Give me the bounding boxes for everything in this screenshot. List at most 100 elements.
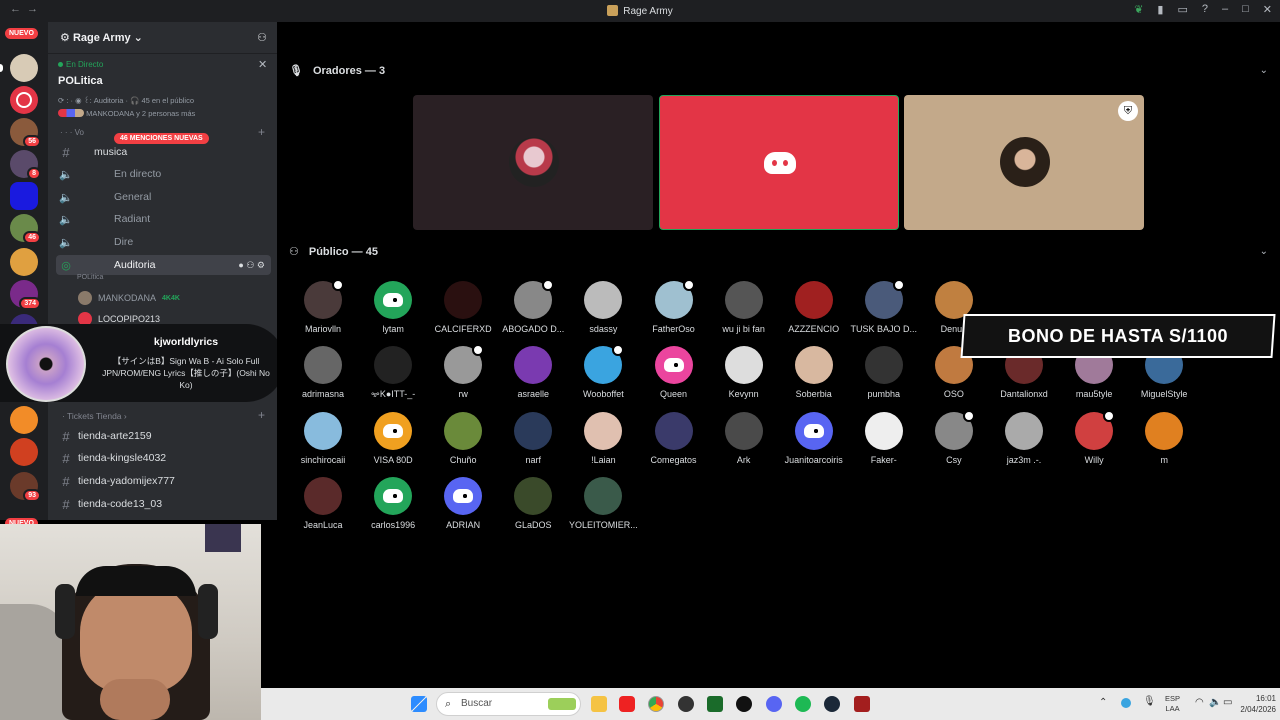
- audience-member[interactable]: ADRIAN: [428, 476, 498, 530]
- tray-icon[interactable]: [1121, 698, 1131, 708]
- volume-icon[interactable]: 🔈: [1209, 697, 1221, 708]
- clock[interactable]: 16:01 2/04/2026: [1231, 693, 1276, 715]
- audience-member[interactable]: sdassy: [568, 281, 638, 334]
- guild-header[interactable]: ⚙ Rage Army ⌄ ⚇: [48, 22, 277, 54]
- ticket-category[interactable]: · Tickets Tienda ›: [62, 411, 127, 421]
- audience-member[interactable]: lytam: [358, 281, 428, 334]
- server-icon[interactable]: [10, 438, 38, 466]
- app-icon[interactable]: [707, 696, 723, 712]
- taskbar-search[interactable]: ⌕ Buscar: [436, 692, 581, 716]
- server-icon[interactable]: 8: [10, 150, 41, 180]
- add-channel-icon[interactable]: +: [258, 408, 265, 422]
- close-icon[interactable]: ✕: [1263, 3, 1272, 16]
- windows-start-icon[interactable]: [411, 696, 427, 712]
- audience-member[interactable]: pumbha: [849, 346, 919, 399]
- speakers-header[interactable]: 🎙 Oradores — 3: [289, 64, 385, 77]
- channel-tienda-code[interactable]: # tienda-code13_03: [56, 494, 271, 514]
- server-icon[interactable]: [10, 54, 38, 82]
- speaker-tile[interactable]: [413, 95, 653, 230]
- audience-member[interactable]: VISA 80D: [358, 411, 428, 465]
- channel-auditoria[interactable]: ◎ Auditoria ● ⚇ ⚙: [56, 255, 271, 275]
- wifi-icon[interactable]: ◠: [1195, 697, 1204, 708]
- speaker-tile[interactable]: [659, 95, 899, 230]
- collapsed-category[interactable]: · · · Vo: [60, 128, 84, 137]
- audience-member[interactable]: sinchirocaii: [288, 411, 358, 465]
- audience-member[interactable]: AZZZENCIO: [779, 281, 849, 334]
- audience-member[interactable]: Mariovlln: [288, 279, 358, 334]
- audience-member[interactable]: Queen: [639, 346, 709, 399]
- audience-member[interactable]: wu ji bi fan: [709, 281, 779, 334]
- audience-member[interactable]: Kevynn: [709, 346, 779, 399]
- discord-taskbar-icon[interactable]: [766, 696, 782, 712]
- speaker-tile[interactable]: ⛨: [904, 95, 1144, 230]
- close-icon[interactable]: ✕: [258, 58, 267, 71]
- add-friend-icon[interactable]: ⚇: [257, 31, 267, 44]
- server-icon[interactable]: [10, 248, 38, 276]
- chevron-down-icon[interactable]: ⌄: [1260, 246, 1268, 257]
- channel-en-directo[interactable]: 🔈 En directo: [56, 164, 271, 184]
- audience-member[interactable]: YOLEITOMIER...: [568, 476, 638, 530]
- audience-member[interactable]: Wooboffet: [568, 344, 638, 399]
- voice-user[interactable]: MANKODANA 4K4K: [78, 291, 180, 305]
- audience-member[interactable]: adrimasna: [288, 346, 358, 399]
- audience-member[interactable]: ꗁK●ITT-_-: [358, 346, 428, 400]
- help-icon[interactable]: ?: [1202, 3, 1208, 16]
- audience-member[interactable]: TUSK BAJO D...: [849, 279, 919, 334]
- microphone-icon[interactable]: 🎙: [1143, 696, 1156, 707]
- audience-member[interactable]: narf: [498, 411, 568, 465]
- app-icon[interactable]: [678, 696, 694, 712]
- server-icon[interactable]: [10, 86, 38, 114]
- audience-member[interactable]: Chuño: [428, 411, 498, 465]
- guild-name[interactable]: ⚙ Rage Army ⌄: [60, 31, 143, 44]
- chevron-up-icon[interactable]: ⌃: [1099, 697, 1107, 708]
- server-icon[interactable]: 93: [10, 472, 41, 502]
- audience-member[interactable]: Comegatos: [639, 411, 709, 465]
- server-icon[interactable]: 46: [10, 214, 41, 244]
- maximize-icon[interactable]: □: [1242, 3, 1249, 16]
- youtube-icon[interactable]: [619, 696, 635, 712]
- audience-member[interactable]: !Laian: [568, 411, 638, 465]
- channel-tienda-kingsle[interactable]: # tienda-kingsle4032: [56, 448, 271, 468]
- chrome-icon[interactable]: [648, 696, 664, 712]
- spotify-icon[interactable]: [795, 696, 811, 712]
- audience-member[interactable]: Csy: [919, 409, 989, 465]
- audience-member[interactable]: Faker-: [849, 411, 919, 465]
- language-indicator[interactable]: ESP LAA: [1165, 694, 1180, 714]
- server-icon[interactable]: [10, 182, 38, 210]
- channel-musica[interactable]: # musica: [56, 142, 271, 162]
- inbox-icon[interactable]: ▭: [1177, 3, 1187, 16]
- audience-member[interactable]: m: [1129, 411, 1199, 465]
- channel-actions-icon[interactable]: ● ⚇ ⚙: [238, 260, 265, 271]
- audience-member[interactable]: Soberbia: [779, 346, 849, 399]
- audience-member[interactable]: FatherOso: [639, 279, 709, 334]
- channel-general[interactable]: 🔈 General: [56, 187, 271, 207]
- minimize-icon[interactable]: –: [1222, 3, 1228, 16]
- bookmark-icon[interactable]: ▮: [1157, 3, 1163, 16]
- add-channel-icon[interactable]: +: [258, 125, 265, 139]
- audience-member[interactable]: carlos1996: [358, 476, 428, 530]
- chevron-down-icon[interactable]: ⌄: [1260, 65, 1268, 76]
- server-icon[interactable]: 56: [10, 118, 41, 148]
- audience-member[interactable]: Juanitoarcoiris: [779, 411, 849, 465]
- audience-member[interactable]: Ark: [709, 411, 779, 465]
- audience-member[interactable]: rw: [428, 344, 498, 399]
- channel-dire[interactable]: 🔈 Dire: [56, 232, 271, 252]
- audience-member[interactable]: CALCIFERXD: [428, 281, 498, 334]
- app-icon[interactable]: [736, 696, 752, 712]
- channel-tienda-arte[interactable]: # tienda-arte2159: [56, 426, 271, 446]
- dota-icon[interactable]: [854, 696, 870, 712]
- server-icon[interactable]: 374: [10, 280, 41, 310]
- server-icon[interactable]: [10, 406, 38, 434]
- audience-header[interactable]: ⚇ Público — 45: [289, 245, 378, 258]
- audience-member[interactable]: asraelle: [498, 346, 568, 399]
- channel-tienda-yadomijex[interactable]: # tienda-yadomijex777: [56, 471, 271, 491]
- audience-member[interactable]: GLaDOS: [498, 476, 568, 530]
- leaf-icon[interactable]: ❦: [1134, 3, 1143, 16]
- audience-member[interactable]: JeanLuca: [288, 476, 358, 530]
- audience-member[interactable]: ABOGADO D...: [498, 279, 568, 334]
- audience-member[interactable]: Willy: [1059, 409, 1129, 465]
- audience-member[interactable]: jaz3m .-.: [989, 411, 1059, 465]
- steam-icon[interactable]: [824, 696, 840, 712]
- channel-radiant[interactable]: 🔈 Radiant: [56, 209, 271, 229]
- file-explorer-icon[interactable]: [591, 696, 607, 712]
